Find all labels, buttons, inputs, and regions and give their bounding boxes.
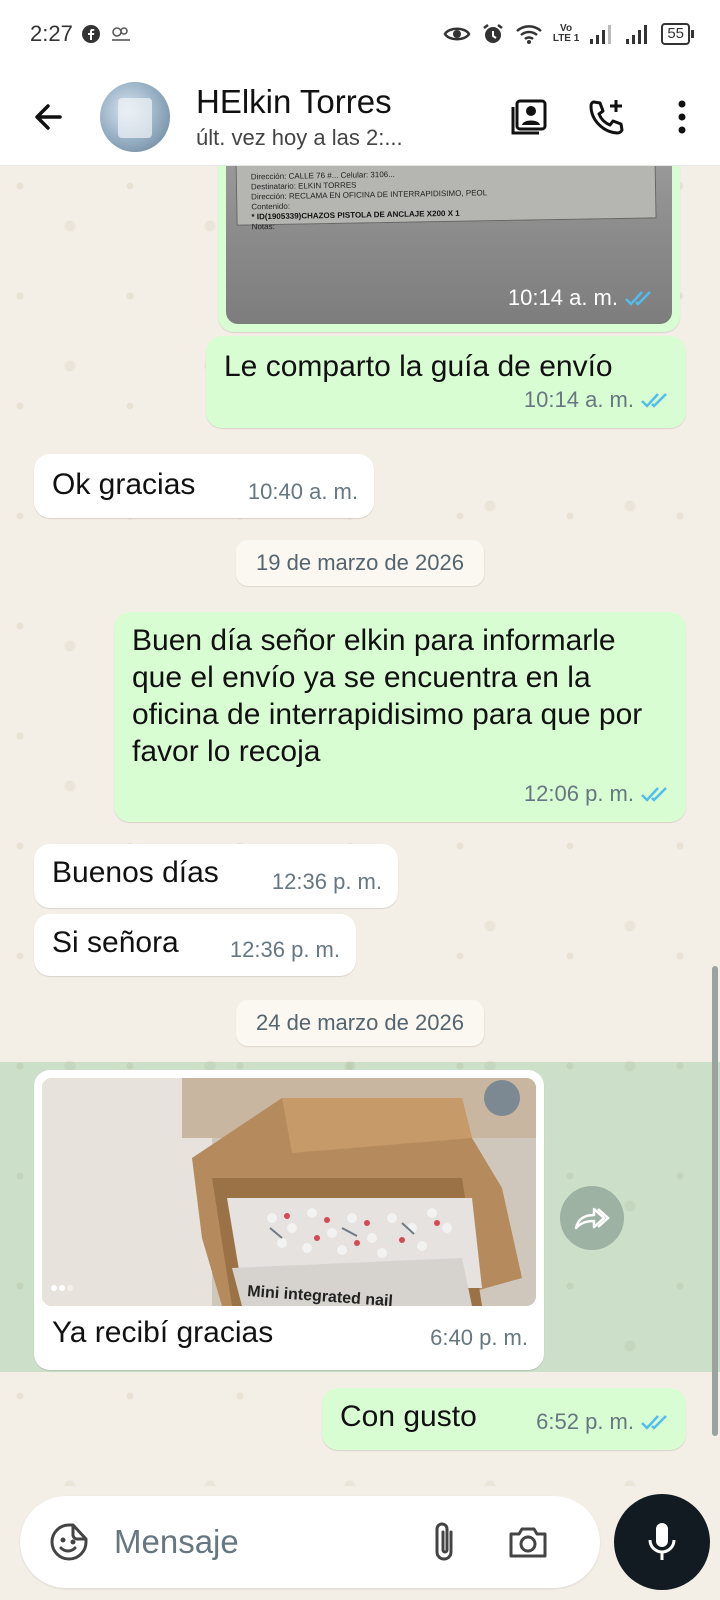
status-time: 2:27: [30, 21, 73, 46]
forward-icon: [574, 1207, 610, 1230]
doc-line-text: Notas:: [251, 221, 275, 232]
back-arrow-icon: [35, 103, 62, 130]
date-separator: 24 de marzo de 2026: [236, 1000, 484, 1046]
avatar[interactable]: [100, 81, 170, 152]
message-incoming[interactable]: Ok gracias 10:40 a. m.: [34, 454, 374, 518]
message-meta: 12:36 p. m.: [272, 863, 382, 900]
more-vert-icon: [678, 100, 686, 133]
message-time: 10:40 a. m.: [247, 479, 358, 504]
add-call-button[interactable]: [568, 82, 644, 152]
message-time: 12:36 p. m.: [229, 937, 340, 962]
message-outgoing[interactable]: Buen día señor elkin para informarle que…: [114, 612, 686, 822]
date-separator: 19 de marzo de 2026: [236, 540, 484, 586]
last-seen-status: últ. vez hoy a las 2:...: [196, 124, 403, 150]
eye-icon: [443, 24, 471, 44]
message-text: Le comparto la guía de envío: [224, 350, 613, 383]
doc-line-text: * ID(1905339)CHAZOS PISTOLA DE ANCLAJE X…: [251, 208, 460, 222]
contact-card-button[interactable]: [492, 82, 568, 152]
message-meta: 10:14 a. m.: [508, 279, 654, 316]
message-image-outgoing[interactable]: Dirección: CALLE 76 #... Celular: 3106..…: [218, 166, 680, 332]
read-ticks-icon: [641, 1414, 667, 1430]
message-incoming[interactable]: Buenos días 12:36 p. m.: [34, 844, 398, 908]
contact-name: HElkin Torres: [196, 82, 392, 120]
shipping-guide-paper: Dirección: CALLE 76 #... Celular: 3106..…: [235, 166, 657, 231]
volte-indicator: Vo LTE 1: [552, 23, 580, 44]
wifi-icon: [515, 23, 543, 45]
message-text: Si señora: [52, 926, 179, 959]
message-meta: 10:14 a. m.: [524, 381, 670, 418]
forward-button[interactable]: [560, 1186, 624, 1250]
voice-message-button[interactable]: [614, 1494, 710, 1590]
message-text: Con gusto: [340, 1400, 477, 1433]
alarm-icon: [481, 22, 505, 46]
back-button[interactable]: [18, 87, 78, 147]
message-image-incoming[interactable]: Mini integrated nail Ya recibí gracias 6…: [34, 1070, 544, 1370]
message-time: 6:52 p. m.: [536, 1409, 634, 1434]
scrollbar[interactable]: [712, 966, 718, 1436]
signal-icon: [625, 23, 651, 45]
camera-icon: [509, 1527, 547, 1558]
message-time: 12:06 p. m.: [523, 781, 634, 806]
notification-app-icon: [109, 24, 133, 44]
message-meta: 6:40 p. m.: [430, 1319, 528, 1356]
contact-card-icon: [511, 99, 547, 134]
add-call-icon: [589, 99, 624, 134]
message-meta: 10:40 a. m.: [248, 473, 358, 510]
mic-icon: [648, 1523, 676, 1560]
message-meta: 6:52 p. m.: [536, 1403, 670, 1440]
received-photo[interactable]: Mini integrated nail: [42, 1078, 536, 1306]
sticker-icon: [50, 1523, 88, 1561]
chat-area[interactable]: Dirección: CALLE 76 #... Celular: 3106..…: [0, 166, 720, 1486]
message-time: 12:36 p. m.: [271, 869, 382, 894]
attach-button[interactable]: [414, 1507, 474, 1577]
contact-info[interactable]: HElkin Torres últ. vez hoy a las 2:...: [196, 83, 446, 151]
message-input[interactable]: [114, 1523, 414, 1561]
status-bar: 2:27 Vo LTE 1 55: [0, 0, 720, 68]
message-time: 10:14 a. m.: [507, 285, 618, 310]
read-ticks-icon: [641, 392, 667, 408]
sticker-button[interactable]: [34, 1507, 104, 1577]
facebook-icon: [81, 24, 101, 44]
signal-icon: [589, 23, 615, 45]
message-text: Ok gracias: [52, 468, 196, 501]
message-composer: [20, 1496, 600, 1588]
read-ticks-icon: [625, 290, 651, 306]
message-outgoing[interactable]: Con gusto 6:52 p. m.: [322, 1388, 686, 1450]
message-text: Buenos días: [52, 856, 219, 889]
box-photo: Mini integrated nail: [42, 1078, 536, 1306]
chat-header: HElkin Torres últ. vez hoy a las 2:...: [0, 68, 720, 166]
battery-indicator: 55: [661, 23, 694, 45]
image-caption: Ya recibí gracias: [52, 1316, 274, 1349]
attach-icon: [435, 1522, 453, 1561]
message-meta: 12:06 p. m.: [524, 775, 670, 812]
more-options-button[interactable]: [644, 82, 720, 152]
message-time: 10:14 a. m.: [523, 387, 634, 412]
message-text: Buen día señor elkin para informarle que…: [132, 624, 643, 768]
message-time: 6:40 p. m.: [430, 1325, 528, 1350]
message-incoming[interactable]: Si señora 12:36 p. m.: [34, 914, 356, 976]
read-ticks-icon: [641, 786, 667, 802]
camera-button[interactable]: [498, 1507, 558, 1577]
message-meta: 12:36 p. m.: [230, 931, 340, 968]
message-outgoing[interactable]: Le comparto la guía de envío 10:14 a. m.: [206, 336, 686, 428]
